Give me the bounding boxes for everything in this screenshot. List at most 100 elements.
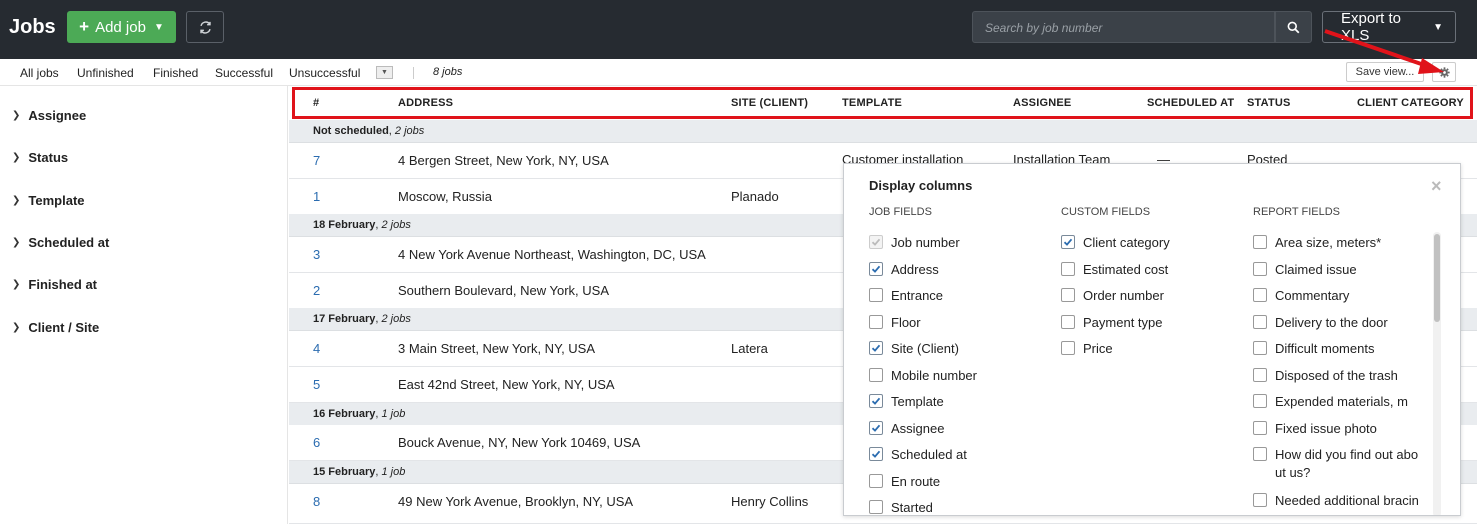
- column-option-checkbox[interactable]: Address: [869, 261, 939, 279]
- column-option-checkbox[interactable]: Template: [869, 393, 944, 411]
- checkbox[interactable]: [1061, 341, 1075, 355]
- tab-unsuccessful[interactable]: Unsuccessful: [289, 66, 360, 80]
- sidebar-item-status[interactable]: ❯ Status: [12, 150, 68, 165]
- tab-unfinished[interactable]: Unfinished: [77, 66, 134, 80]
- group-label: 17 February: [313, 313, 376, 325]
- checkbox[interactable]: [869, 394, 883, 408]
- job-number-link[interactable]: 5: [313, 377, 320, 392]
- checkbox[interactable]: [869, 367, 883, 382]
- column-option-checkbox[interactable]: Commentary: [1253, 287, 1349, 305]
- checkbox[interactable]: [1061, 261, 1075, 276]
- column-option-checkbox[interactable]: How did you find out abo ut us?: [1253, 446, 1418, 482]
- checkbox[interactable]: [1253, 235, 1267, 249]
- close-icon[interactable]: ×: [1431, 176, 1442, 197]
- column-option-checkbox[interactable]: Entrance: [869, 287, 943, 305]
- column-option-checkbox[interactable]: Client category: [1061, 234, 1170, 252]
- sidebar-item-assignee[interactable]: ❯ Assignee: [12, 108, 86, 123]
- checkbox[interactable]: [869, 314, 883, 329]
- option-label: Floor: [891, 314, 921, 330]
- sidebar-item-scheduled-at[interactable]: ❯ Scheduled at: [12, 235, 109, 250]
- job-number-link[interactable]: 7: [313, 153, 320, 168]
- chevron-right-icon: ❯: [12, 152, 21, 163]
- custom-fields-heading: CUSTOM FIELDS: [1061, 206, 1151, 218]
- column-option-checkbox[interactable]: Job number: [869, 234, 960, 252]
- sidebar-item-label: Assignee: [28, 108, 87, 123]
- checkbox[interactable]: [1253, 447, 1267, 461]
- column-option-checkbox[interactable]: Expended materials, m: [1253, 393, 1408, 411]
- column-option-checkbox[interactable]: En route: [869, 473, 940, 491]
- search-button[interactable]: [1275, 11, 1312, 43]
- column-option-checkbox[interactable]: Payment type: [1061, 314, 1163, 332]
- column-option-checkbox[interactable]: Delivery to the door: [1253, 314, 1388, 332]
- column-option-checkbox[interactable]: Needed additional bracin: [1253, 492, 1419, 510]
- column-option-checkbox[interactable]: Difficult moments: [1253, 340, 1374, 358]
- job-number-link[interactable]: 6: [313, 435, 320, 450]
- tab-successful[interactable]: Successful: [215, 66, 273, 80]
- checkbox[interactable]: [1253, 288, 1267, 302]
- checkbox[interactable]: [869, 341, 883, 355]
- column-option-checkbox[interactable]: Assignee: [869, 420, 944, 438]
- checkbox[interactable]: [1253, 341, 1267, 355]
- column-option-checkbox[interactable]: Disposed of the trash: [1253, 367, 1398, 385]
- checkbox[interactable]: [1061, 235, 1075, 249]
- export-label: Export to XLS: [1341, 10, 1402, 44]
- checkbox[interactable]: [1061, 288, 1075, 302]
- chevron-right-icon: ❯: [12, 195, 21, 206]
- more-tabs-dropdown[interactable]: ▼: [376, 66, 393, 79]
- site-cell: Planado: [731, 189, 779, 204]
- checkbox[interactable]: [869, 235, 883, 249]
- sidebar-item-client-site[interactable]: ❯ Client / Site: [12, 320, 99, 335]
- sidebar-item-finished-at[interactable]: ❯ Finished at: [12, 277, 97, 292]
- sidebar-item-template[interactable]: ❯ Template: [12, 193, 85, 208]
- export-xls-button[interactable]: Export to XLS ▼: [1322, 10, 1456, 44]
- checkbox[interactable]: [869, 261, 883, 276]
- popup-title: Display columns: [869, 178, 973, 193]
- tab-all-jobs[interactable]: All jobs: [20, 66, 59, 80]
- sidebar-item-label: Template: [28, 193, 85, 208]
- column-option-checkbox[interactable]: Floor: [869, 314, 921, 332]
- column-option-checkbox[interactable]: Area size, meters*: [1253, 234, 1381, 252]
- job-number-link[interactable]: 8: [313, 494, 320, 509]
- job-number-link[interactable]: 1: [313, 189, 320, 204]
- option-label-line: ut us?: [1275, 465, 1311, 480]
- checkbox[interactable]: [869, 288, 883, 302]
- checkbox[interactable]: [1253, 261, 1267, 276]
- address-cell: Bouck Avenue, NY, New York 10469, USA: [398, 435, 641, 450]
- column-option-checkbox[interactable]: Estimated cost: [1061, 261, 1168, 279]
- popup-scrollbar-thumb[interactable]: [1434, 234, 1440, 322]
- column-option-checkbox[interactable]: Order number: [1061, 287, 1164, 305]
- chevron-right-icon: ❯: [12, 322, 21, 333]
- column-option-checkbox[interactable]: Fixed issue photo: [1253, 420, 1377, 438]
- column-option-checkbox[interactable]: Mobile number: [869, 367, 977, 385]
- save-view-button[interactable]: Save view...: [1346, 62, 1424, 82]
- checkbox[interactable]: [1253, 367, 1267, 382]
- search-input[interactable]: Search by job number: [972, 11, 1275, 43]
- checkbox[interactable]: [1253, 420, 1267, 435]
- job-number-link[interactable]: 4: [313, 341, 320, 356]
- option-label: Fixed issue photo: [1275, 420, 1377, 436]
- column-option-checkbox[interactable]: Site (Client): [869, 340, 959, 358]
- job-number-link[interactable]: 2: [313, 283, 320, 298]
- checkbox[interactable]: [1061, 314, 1075, 329]
- check-icon: [871, 397, 881, 405]
- tab-finished[interactable]: Finished: [153, 66, 198, 80]
- checkbox[interactable]: [869, 420, 883, 435]
- column-option-checkbox[interactable]: Scheduled at: [869, 446, 967, 464]
- checkbox[interactable]: [1253, 314, 1267, 329]
- option-label-line: How did you find out abo: [1275, 447, 1419, 462]
- option-label: Difficult moments: [1275, 341, 1375, 356]
- checkbox[interactable]: [869, 447, 883, 461]
- column-option-checkbox[interactable]: Claimed issue: [1253, 261, 1357, 279]
- refresh-button[interactable]: [186, 11, 224, 43]
- group-label: Not scheduled: [313, 125, 389, 137]
- checkbox[interactable]: [1253, 394, 1267, 408]
- checkbox[interactable]: [869, 473, 883, 488]
- add-job-button[interactable]: + Add job ▼: [67, 11, 176, 43]
- job-number-link[interactable]: 3: [313, 247, 320, 262]
- column-option-checkbox[interactable]: Price: [1061, 340, 1113, 358]
- job-fields-heading: JOB FIELDS: [869, 206, 932, 218]
- column-settings-button[interactable]: [1432, 62, 1456, 82]
- checkbox[interactable]: [869, 500, 883, 514]
- checkbox[interactable]: [1253, 492, 1267, 507]
- column-option-checkbox[interactable]: Started: [869, 499, 933, 515]
